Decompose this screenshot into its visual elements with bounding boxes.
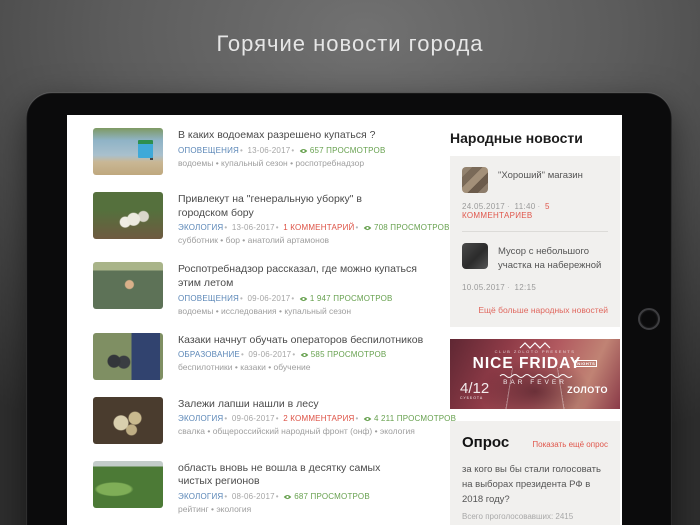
people-news-title[interactable]: Мусор с небольшого участка на набережной — [498, 243, 608, 274]
poll-total-votes: Всего проголосовавших: 2415 — [462, 512, 574, 522]
divider — [462, 231, 608, 232]
news-date: 08-06-2017 — [223, 492, 274, 501]
news-tags[interactable]: свалка • общероссийский народный фронт (… — [178, 426, 435, 436]
poll-more-link[interactable]: Показать ещё опрос — [532, 440, 608, 449]
people-news-more-link[interactable]: Ещё больше народных новостей — [462, 305, 608, 315]
news-tags[interactable]: рейтинг • экология — [178, 504, 404, 514]
banner-date: 4/12 СУББОТА — [460, 380, 490, 400]
news-item: Залежи лапши нашли в лесу ЭКОЛОГИЯ09-06-… — [93, 396, 456, 444]
people-news-card: "Хороший" магазин 24.05.201711:405 КОММЕ… — [450, 156, 620, 327]
news-category-link[interactable]: ЭКОЛОГИЯ — [178, 223, 223, 232]
news-title[interactable]: В каких водоемах разрешено купаться ? — [178, 129, 386, 143]
news-date: 09-06-2017 — [240, 350, 291, 359]
eye-icon — [363, 226, 372, 231]
people-news-item: Мусор с небольшого участка на набережной… — [462, 243, 608, 292]
banner-triangle-icon — [505, 367, 565, 409]
news-category-link[interactable]: ЭКОЛОГИЯ — [178, 414, 223, 423]
people-news-date: 24.05.2017 — [462, 202, 506, 211]
news-item: Казаки начнут обучать операторов беспило… — [93, 332, 435, 380]
news-thumbnail[interactable] — [93, 128, 163, 175]
news-tags[interactable]: субботник • бор • анатолий артамонов — [178, 235, 435, 245]
poll-card: Опрос Показать ещё опрос за кого вы бы с… — [450, 420, 620, 525]
news-views: 585 просмотров — [291, 350, 386, 359]
news-meta: ЭКОЛОГИЯ13-06-20171 КОММЕНТАРИЙ708 просм… — [178, 223, 450, 232]
banner-presents-text: CLUB ZOLOTO PRESENTS — [494, 348, 576, 354]
news-date: 13-06-2017 — [239, 146, 290, 155]
people-news-meta: 24.05.201711:405 КОММЕНТАРИЕВ — [462, 202, 608, 220]
people-news-meta: 10.05.201712:15 — [462, 283, 608, 292]
eye-icon — [363, 417, 372, 422]
poll-question: за кого вы бы стали голосовать на выбора… — [462, 463, 601, 505]
news-title[interactable]: Роспотребнадзор рассказал, где можно куп… — [178, 263, 435, 290]
tablet-screen: В каких водоемах разрешено купаться ? ОП… — [67, 115, 622, 525]
eye-icon — [300, 353, 309, 358]
page-title: Горячие новости города — [216, 31, 484, 56]
people-news-date: 10.05.2017 — [462, 282, 506, 292]
news-category-link[interactable]: ОБРАЗОВАНИЕ — [178, 350, 240, 359]
news-item: Привлекут на "генеральную уборку" в горо… — [93, 192, 450, 245]
people-news-time: 11:40 — [505, 202, 535, 211]
banner-logo-icon — [519, 341, 551, 349]
people-news-thumbnail[interactable] — [462, 243, 488, 269]
news-meta: ОБРАЗОВАНИЕ09-06-2017585 просмотров — [178, 350, 423, 359]
people-news-title[interactable]: "Хороший" магазин — [498, 167, 583, 183]
news-thumbnail[interactable] — [93, 262, 163, 310]
news-category-link[interactable]: ЭКОЛОГИЯ — [178, 492, 223, 501]
news-views: 687 просмотров — [275, 492, 370, 501]
news-title[interactable]: Привлекут на "генеральную уборку" в горо… — [178, 193, 404, 220]
banner-badge: NIGHTS — [575, 359, 598, 367]
news-item: Роспотребнадзор рассказал, где можно куп… — [93, 262, 435, 316]
home-button[interactable] — [638, 308, 660, 330]
news-list: В каких водоемах разрешено купаться ? ОП… — [93, 128, 456, 525]
news-meta: ЭКОЛОГИЯ08-06-2017687 просмотров — [178, 492, 404, 501]
ad-banner[interactable]: CLUB ZOLOTO PRESENTS NICE FRIDAYNIGHTS B… — [450, 338, 620, 409]
news-comments-link[interactable]: 2 КОММЕНТАРИЯ — [275, 414, 355, 423]
news-tags[interactable]: водоемы • исследования • купальный сезон — [178, 306, 435, 316]
news-thumbnail[interactable] — [93, 192, 163, 239]
people-news-heading: Народные новости — [450, 130, 583, 146]
news-category-link[interactable]: ОПОВЕЩЕНИЯ — [178, 146, 239, 155]
news-title[interactable]: область вновь не вошла в десятку самых ч… — [178, 462, 404, 489]
news-thumbnail[interactable] — [93, 332, 163, 380]
news-meta: ОПОВЕЩЕНИЯ13-06-2017657 просмотров — [178, 146, 386, 155]
eye-icon — [283, 494, 292, 499]
news-title[interactable]: Казаки начнут обучать операторов беспило… — [178, 334, 423, 348]
news-meta: ОПОВЕЩЕНИЯ09-06-20171 947 просмотров — [178, 294, 435, 303]
people-news-time: 12:15 — [505, 283, 536, 292]
news-comments-link[interactable]: 1 КОММЕНТАРИЙ — [275, 223, 355, 232]
news-views: 657 просмотров — [290, 146, 385, 155]
people-news-item: "Хороший" магазин 24.05.201711:405 КОММЕ… — [462, 167, 608, 220]
news-tags[interactable]: беспилотники • казаки • обучение — [178, 362, 423, 372]
news-views: 4 211 просмотров — [355, 414, 457, 423]
news-tags[interactable]: водоемы • купальный сезон • роспотребнад… — [178, 158, 386, 168]
news-date: 09-06-2017 — [239, 294, 290, 303]
news-meta: ЭКОЛОГИЯ09-06-20172 КОММЕНТАРИЯ4 211 про… — [178, 414, 456, 423]
news-item: область вновь не вошла в десятку самых ч… — [93, 460, 435, 514]
news-item: В каких водоемах разрешено купаться ? ОП… — [93, 128, 435, 175]
eye-icon — [299, 148, 308, 153]
news-thumbnail[interactable] — [93, 460, 163, 508]
sidebar: Народные новости "Хороший" магазин 24.05… — [450, 128, 620, 525]
news-title[interactable]: Залежи лапши нашли в лесу — [178, 398, 435, 412]
banner-day: СУББОТА — [460, 396, 484, 400]
news-category-link[interactable]: ОПОВЕЩЕНИЯ — [178, 294, 239, 303]
news-views: 1 947 просмотров — [290, 294, 392, 303]
people-news-thumbnail[interactable] — [462, 167, 488, 193]
eye-icon — [299, 296, 308, 301]
news-date: 09-06-2017 — [223, 414, 274, 423]
news-thumbnail[interactable] — [93, 396, 163, 444]
poll-heading: Опрос — [462, 433, 510, 451]
banner-brand-logo: ZОЛОТО — [567, 384, 608, 395]
news-page: В каких водоемах разрешено купаться ? ОП… — [67, 115, 622, 525]
news-views: 708 просмотров — [355, 223, 450, 232]
news-date: 13-06-2017 — [223, 223, 274, 232]
tablet-frame: В каких водоемах разрешено купаться ? ОП… — [26, 92, 672, 525]
